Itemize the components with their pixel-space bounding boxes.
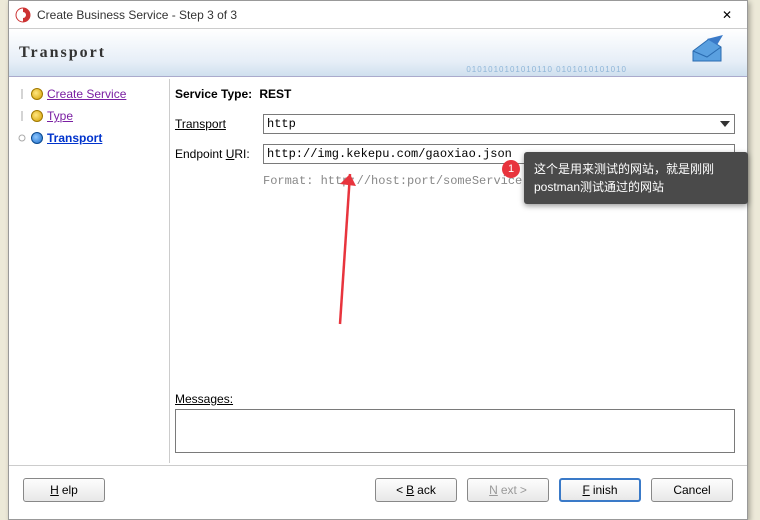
service-type-label: Service Type: <box>175 87 252 101</box>
service-type-row: Service Type: REST <box>175 87 735 102</box>
service-type-value: REST <box>259 87 291 101</box>
annotation-text: 这个是用来测试的网站，就是刚刚postman测试通过的网站 <box>534 160 738 196</box>
step-link[interactable]: Transport <box>47 131 102 145</box>
chevron-left-icon: < <box>396 483 403 497</box>
help-button[interactable]: Help <box>23 478 105 502</box>
connector-icon <box>17 111 27 121</box>
cancel-button[interactable]: Cancel <box>651 478 733 502</box>
step-transport[interactable]: Transport <box>17 131 151 145</box>
messages-label: Messages: <box>175 392 735 407</box>
step-link[interactable]: Create Service <box>47 87 126 101</box>
dialog-window: Create Business Service - Step 3 of 3 ✕ … <box>8 0 748 520</box>
annotation-badge: 1 <box>502 160 520 178</box>
banner: Transport 0101010101010110 0101010101010 <box>9 29 747 77</box>
transport-row: Transport http <box>175 114 735 134</box>
step-dot-icon <box>31 88 43 100</box>
step-dot-icon <box>31 132 43 144</box>
messages-textarea[interactable] <box>175 409 735 453</box>
transport-label-u: Transport <box>175 117 226 131</box>
close-icon: ✕ <box>722 8 732 22</box>
connector-icon <box>17 133 27 143</box>
back-button[interactable]: < Back <box>375 478 457 502</box>
step-dot-icon <box>31 110 43 122</box>
endpoint-label: Endpoint URI: <box>175 147 255 162</box>
wizard-steps-sidebar: Create Service Type Transport <box>9 77 159 465</box>
app-icon <box>15 7 31 23</box>
step-type[interactable]: Type <box>17 109 151 123</box>
content-panel: Service Type: REST Transport http Endpoi… <box>159 77 747 465</box>
banner-bits: 0101010101010110 0101010101010 <box>466 65 627 74</box>
annotation-callout: 1 这个是用来测试的网站，就是刚刚postman测试通过的网站 <box>524 152 748 204</box>
titlebar: Create Business Service - Step 3 of 3 ✕ <box>9 1 747 29</box>
divider <box>169 79 170 463</box>
close-button[interactable]: ✕ <box>713 5 741 25</box>
step-create-service[interactable]: Create Service <box>17 87 151 101</box>
finish-button[interactable]: Finish <box>559 478 641 502</box>
button-bar: Help < Back Next > Finish Cancel <box>9 465 747 513</box>
connector-icon <box>17 89 27 99</box>
next-button[interactable]: Next > <box>467 478 549 502</box>
banner-heading: Transport <box>19 44 106 62</box>
step-link[interactable]: Type <box>47 109 73 123</box>
envelope-icon <box>689 35 729 69</box>
dialog-title: Create Business Service - Step 3 of 3 <box>37 8 713 22</box>
transport-label: Transport <box>175 117 255 132</box>
transport-select[interactable]: http <box>263 114 735 134</box>
